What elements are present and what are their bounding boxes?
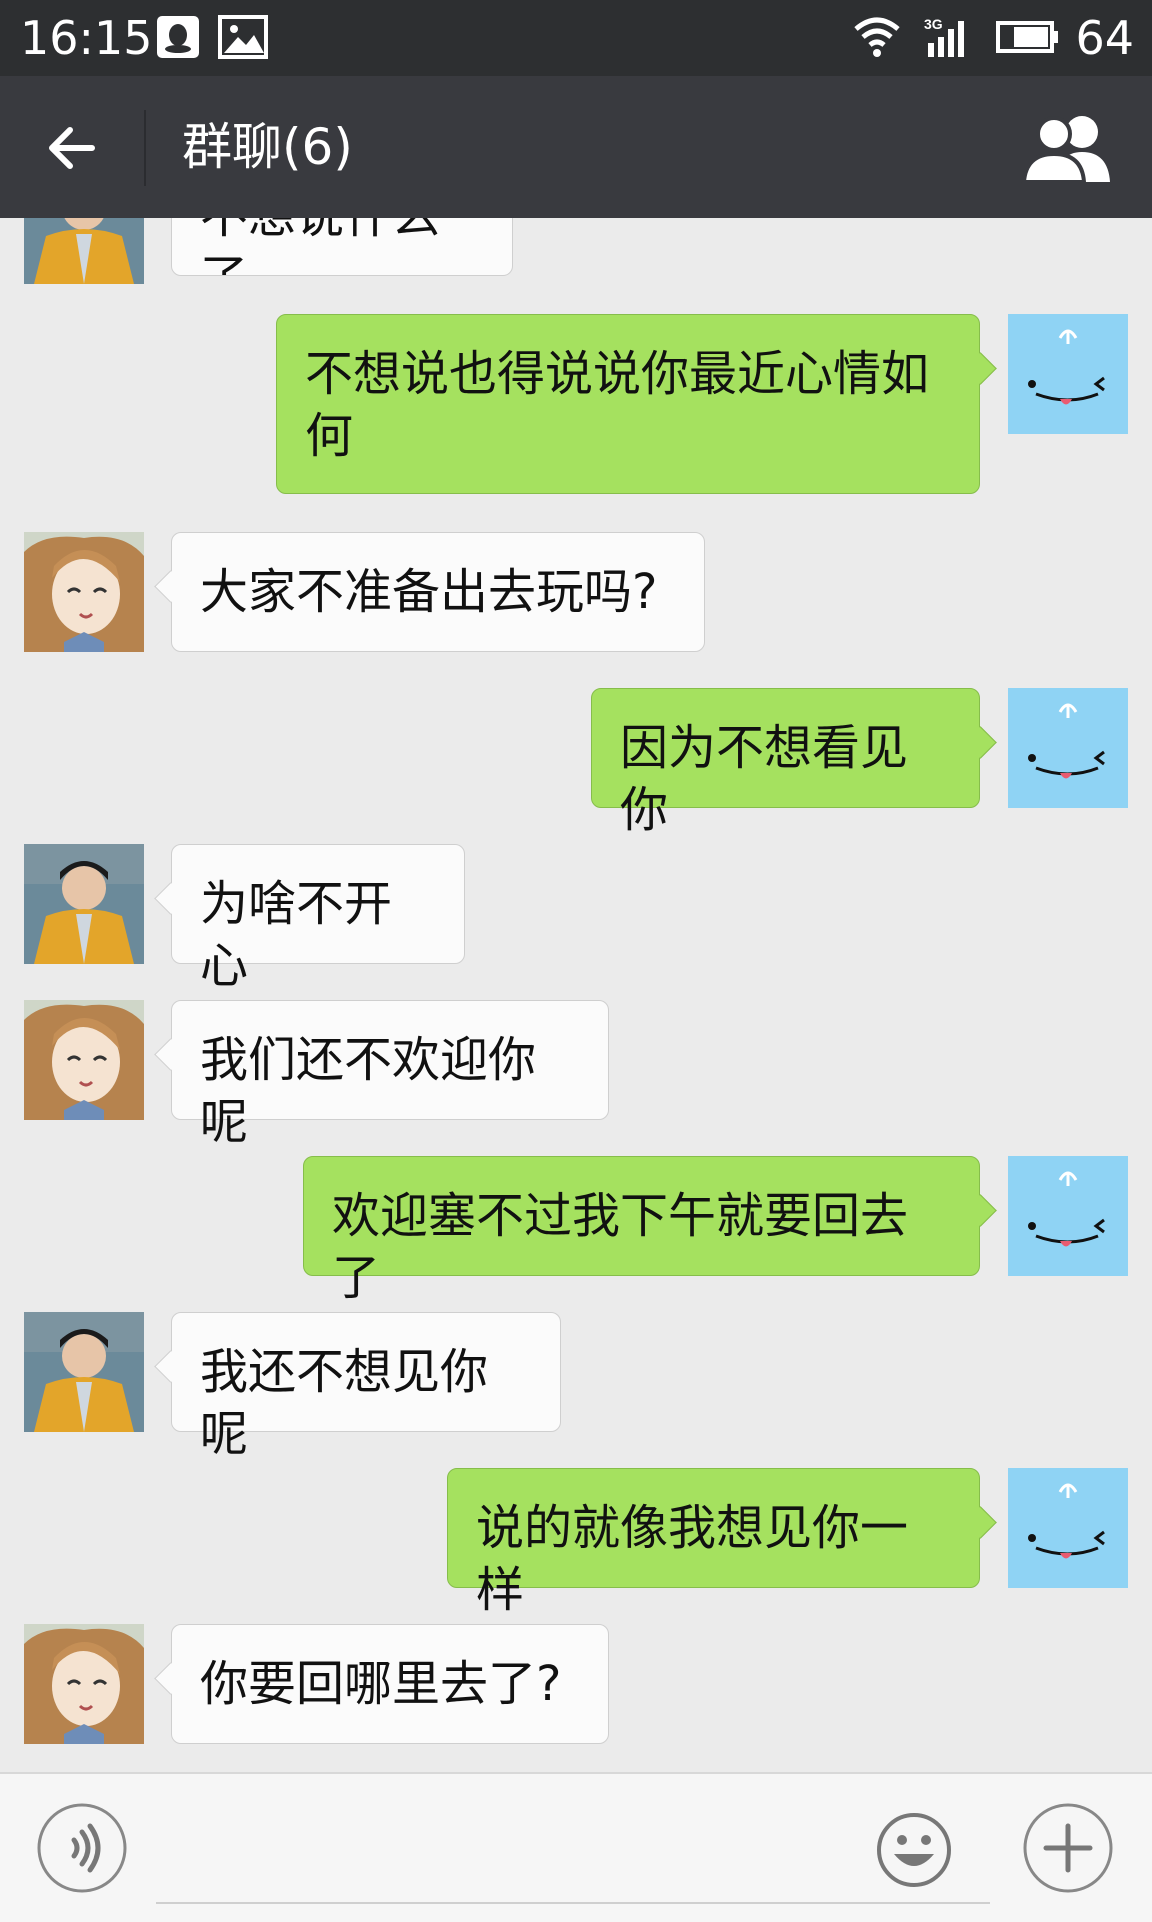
qq-notification-icon — [156, 14, 200, 60]
message-bubble[interactable]: 我们还不欢迎你呢 — [171, 1000, 609, 1150]
group-members-button[interactable] — [1020, 112, 1116, 184]
input-bar — [0, 1772, 1152, 1922]
message-bubble[interactable]: 为啥不开心 — [171, 844, 465, 994]
voice-input-button[interactable] — [36, 1802, 128, 1894]
header-divider — [144, 110, 146, 186]
message-bubble[interactable]: 因为不想看见你 — [591, 688, 980, 838]
emoji-icon — [877, 1813, 951, 1887]
message-text: 因为不想看见你 — [620, 720, 909, 838]
group-members-icon — [1021, 116, 1110, 184]
signal-icon: 3G — [922, 14, 978, 60]
image-notification-icon — [218, 14, 268, 60]
avatar[interactable] — [24, 1000, 144, 1120]
message-input[interactable] — [156, 1790, 990, 1904]
message-text: 为啥不开心 — [200, 876, 393, 994]
emoji-button[interactable] — [876, 1812, 952, 1888]
back-button[interactable] — [42, 118, 102, 178]
message-bubble[interactable]: 我还不想见你呢 — [171, 1312, 561, 1462]
status-bar: 16:15 3G 64 — [0, 0, 1152, 76]
avatar[interactable] — [24, 1624, 144, 1744]
chat-title: 群聊(6) — [182, 118, 353, 176]
message-bubble[interactable]: 大家不准备出去玩吗? — [171, 532, 705, 652]
plus-icon — [1023, 1803, 1113, 1893]
avatar[interactable] — [1008, 1156, 1128, 1276]
svg-text:3G: 3G — [924, 16, 943, 32]
avatar[interactable] — [1008, 1468, 1128, 1588]
voice-icon — [37, 1803, 127, 1893]
message-bubble[interactable]: 说的就像我想见你一样 — [447, 1468, 980, 1618]
avatar[interactable] — [24, 218, 144, 284]
message-text: 我们还不欢迎你呢 — [200, 1032, 537, 1150]
battery-icon — [996, 14, 1060, 60]
message-bubble[interactable]: 不想说也得说说你最近心情如何 — [276, 314, 980, 494]
avatar[interactable] — [1008, 688, 1128, 808]
arrow-left-icon — [49, 127, 95, 169]
battery-level: 64 — [1075, 11, 1134, 65]
avatar[interactable] — [1008, 314, 1128, 434]
message-text: 说的就像我想见你一样 — [476, 1500, 909, 1618]
message-text: 大家不准备出去玩吗? — [200, 564, 658, 620]
wifi-icon — [852, 14, 902, 60]
message-text: 你要回哪里去了? — [200, 1656, 562, 1712]
message-list[interactable]: 不想说什么了 不想说也得说说你最近心情如何 大家不准备出去玩吗? 因为不想看见你… — [0, 218, 1152, 1772]
more-options-button[interactable] — [1022, 1802, 1114, 1894]
message-text: 不想说什么了 — [200, 218, 440, 275]
message-text: 不想说也得说说你最近心情如何 — [305, 346, 930, 464]
avatar[interactable] — [24, 844, 144, 964]
avatar[interactable] — [24, 532, 144, 652]
avatar[interactable] — [24, 1312, 144, 1432]
message-bubble[interactable]: 你要回哪里去了? — [171, 1624, 609, 1744]
message-text: 欢迎塞不过我下午就要回去了 — [332, 1188, 909, 1306]
message-text: 我还不想见你呢 — [200, 1344, 489, 1462]
message-bubble[interactable]: 欢迎塞不过我下午就要回去了 — [303, 1156, 980, 1306]
message-bubble[interactable]: 不想说什么了 — [171, 218, 513, 276]
chat-header: 群聊(6) — [0, 76, 1152, 218]
status-time: 16:15 — [20, 11, 153, 65]
